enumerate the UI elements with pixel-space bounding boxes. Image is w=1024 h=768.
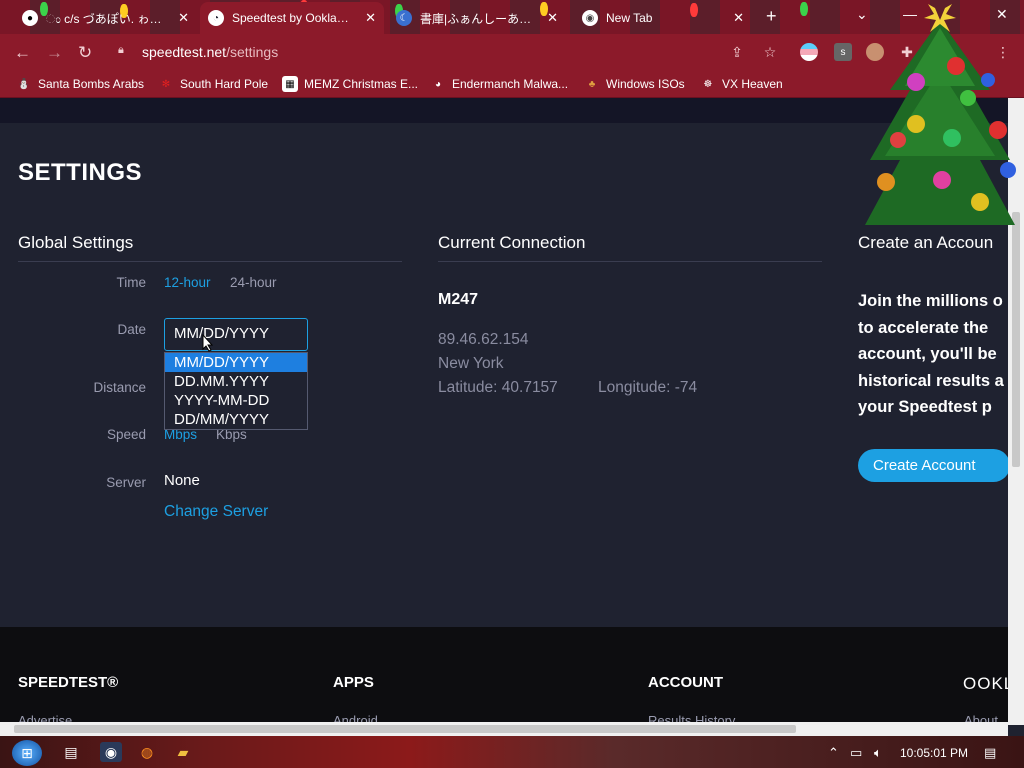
date-option-yyyy-mm-dd[interactable]: YYYY-MM-DD <box>165 391 307 410</box>
string-light <box>800 2 808 16</box>
notifications-icon[interactable]: ▤ <box>984 745 996 761</box>
date-option-mm-dd-yyyy[interactable]: MM/DD/YYYY <box>165 353 307 372</box>
lock-icon[interactable]: 🔒︎ <box>118 44 124 57</box>
date-label: Date <box>117 322 146 337</box>
current-connection-heading: Current Connection <box>438 233 822 262</box>
time-label: Time <box>116 275 147 290</box>
volume-icon[interactable]: 🔈︎ <box>874 745 882 761</box>
speed-label: Speed <box>106 427 146 442</box>
tab-ookla-cs[interactable]: ● ಂ c/s づあぽい. ゎおいぐｖ ✕ <box>12 2 197 34</box>
speedtest-icon: ◔ <box>208 10 224 26</box>
site-footer: SPEEDTEST® APPS ACCOUNT OOKL Advertise A… <box>0 627 1013 728</box>
footer-apps-heading: APPS <box>333 674 374 691</box>
ip-address: 89.46.62.154 <box>438 331 529 348</box>
bookmark-memz[interactable]: ▦ MEMZ Christmas E... <box>282 76 418 92</box>
chrome-icon: ◉ <box>582 10 598 26</box>
connection-city: New York <box>438 355 504 372</box>
moon-icon: ☾ <box>396 10 412 26</box>
server-value: None <box>164 472 200 489</box>
file-explorer-icon[interactable]: ▰ <box>172 742 194 762</box>
tray-expand-icon[interactable]: ⌃ <box>828 745 839 761</box>
bookmark-vx-heaven[interactable]: ☸ VX Heaven <box>700 76 783 92</box>
share-icon[interactable]: ⇪ <box>728 43 746 61</box>
global-settings-heading: Global Settings <box>18 233 402 262</box>
change-server-link[interactable]: Change Server <box>164 503 268 521</box>
date-format-select[interactable]: MM/DD/YYYY <box>164 318 308 351</box>
task-view-icon[interactable]: ▤ <box>60 742 82 762</box>
ookla-logo[interactable]: OOKL <box>963 674 1014 694</box>
start-button[interactable]: ⊞ <box>12 740 42 766</box>
new-tab-button[interactable]: + <box>766 6 777 27</box>
server-label: Server <box>106 475 146 490</box>
mouse-cursor-icon <box>202 334 214 352</box>
address-bar[interactable]: speedtest.net/settings <box>142 44 278 60</box>
distance-label: Distance <box>93 380 146 395</box>
panda-icon: ◕ <box>434 78 442 90</box>
back-icon[interactable]: ← <box>14 43 31 63</box>
s-extension-icon[interactable]: s <box>834 43 852 61</box>
close-icon[interactable]: ✕ <box>178 10 189 26</box>
santa-icon: ⛄ <box>17 78 31 90</box>
chrome-taskbar-icon[interactable]: ◉ <box>100 742 122 762</box>
footer-account-heading: ACCOUNT <box>648 674 723 691</box>
tab-speedtest[interactable]: ◔ Speedtest by Ookla - T ✕ <box>200 2 384 34</box>
footer-speedtest-heading: SPEEDTEST® <box>18 674 119 691</box>
star-icon[interactable]: ☆ <box>761 43 779 61</box>
settings-page: SETTINGS Global Settings Current Connect… <box>0 123 1010 627</box>
date-format-dropdown: MM/DD/YYYY DD.MM.YYYY YYYY-MM-DD DD/MM/Y… <box>164 352 308 430</box>
tab-fancy-island[interactable]: ☾ 書庫|ふぁんしーあいらんど ✕ <box>388 2 566 34</box>
reload-icon[interactable]: ↻ <box>78 43 92 63</box>
tab-new-tab[interactable]: ◉ New Tab ✕ <box>572 2 752 34</box>
snowflake-icon: ✻ <box>161 78 171 90</box>
time-12-hour-option[interactable]: 12-hour <box>164 275 211 290</box>
panda-icon: ● <box>22 10 38 26</box>
flag-extension-icon[interactable] <box>800 43 818 61</box>
close-icon[interactable]: ✕ <box>365 10 376 26</box>
vx-icon: ☸ <box>703 78 713 90</box>
create-account-button[interactable]: Create Account <box>858 449 1010 482</box>
page-title: SETTINGS <box>18 159 143 186</box>
time-24-hour-option[interactable]: 24-hour <box>230 275 277 290</box>
connection-latitude: Latitude: 40.7157 <box>438 379 558 396</box>
christmas-tree-icon <box>865 4 1016 225</box>
tree-icon: ♣ <box>588 78 596 90</box>
site-header <box>0 98 1008 123</box>
network-icon[interactable]: ▭ <box>850 745 862 761</box>
firefox-taskbar-icon[interactable]: ◍ <box>136 742 158 762</box>
create-account-heading: Create an Accoun <box>858 233 994 252</box>
vertical-scroll-thumb[interactable] <box>1012 212 1020 467</box>
close-icon[interactable]: ✕ <box>733 10 744 26</box>
create-account-description: Join the millions o to accelerate the ac… <box>858 292 1004 416</box>
bookmark-south-hard-pole[interactable]: ✻ South Hard Pole <box>158 76 268 92</box>
date-option-dd-mm-yyyy-dots[interactable]: DD.MM.YYYY <box>165 372 307 391</box>
bookmark-santa-bombs[interactable]: ⛄ Santa Bombs Arabs <box>16 76 144 92</box>
connection-longitude: Longitude: -74 <box>598 379 698 396</box>
date-option-dd-mm-yyyy-slash[interactable]: DD/MM/YYYY <box>165 410 307 429</box>
bookmark-endermanch[interactable]: ◕ Endermanch Malwa... <box>430 76 568 92</box>
taskbar-clock[interactable]: 10:05:01 PM <box>900 746 968 760</box>
memz-icon: ▦ <box>282 76 298 92</box>
isp-name: M247 <box>438 291 479 308</box>
close-icon[interactable]: ✕ <box>547 10 558 26</box>
forward-icon[interactable]: → <box>46 43 63 63</box>
horizontal-scroll-thumb[interactable] <box>14 725 796 733</box>
bookmark-windows-isos[interactable]: ♣ Windows ISOs <box>584 76 685 92</box>
